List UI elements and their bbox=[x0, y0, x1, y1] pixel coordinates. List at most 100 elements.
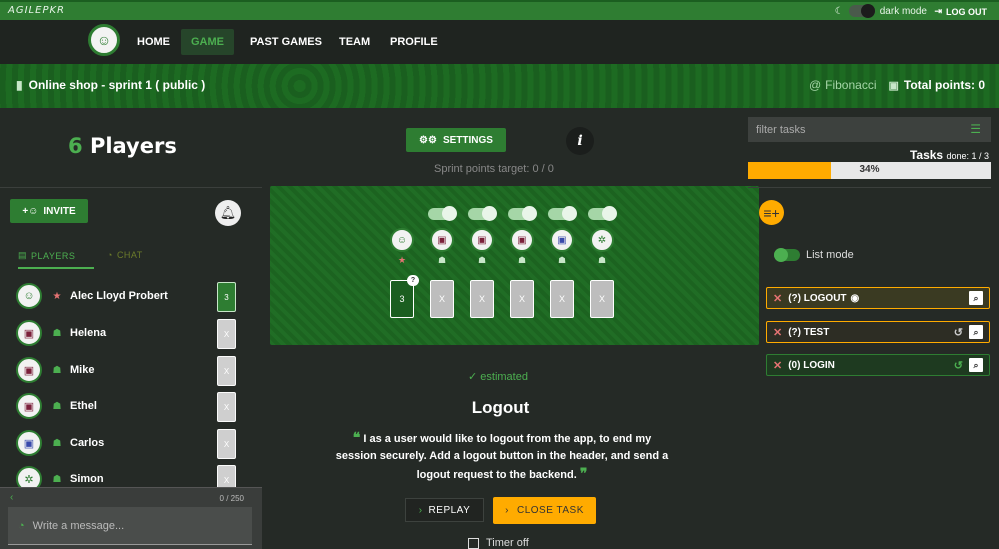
chevron-left-icon[interactable]: ‹ bbox=[10, 492, 13, 503]
player-name: Carlos bbox=[70, 437, 105, 449]
settings-button[interactable]: ⚙⚙ SETTINGS bbox=[406, 128, 506, 152]
list-item: ▣ ☗ Ethel X bbox=[16, 391, 246, 422]
info-button[interactable]: i bbox=[566, 127, 594, 155]
logout-button[interactable]: ⇥ LOG OUT bbox=[934, 6, 987, 17]
close-task-button[interactable]: › CLOSE TASK bbox=[493, 497, 596, 524]
ghost-icon: ☗ bbox=[52, 327, 62, 339]
nav-team[interactable]: TEAM bbox=[329, 29, 380, 55]
replay-button[interactable]: › REPLAY bbox=[405, 498, 484, 522]
dark-mode-toggle[interactable]: ☾ dark mode bbox=[835, 4, 927, 18]
status-badge: ✓ estimated bbox=[468, 371, 528, 383]
close-icon[interactable]: ✕ bbox=[773, 359, 782, 372]
task-item[interactable]: ✕ (0) LOGIN ↺ ⌕ bbox=[754, 350, 996, 382]
search-icon[interactable]: ⌕ bbox=[969, 325, 983, 339]
task-item[interactable]: ✕ (?) TEST ↺ ⌕ bbox=[754, 317, 996, 349]
avatar: ☺ bbox=[390, 228, 414, 252]
chat-input[interactable]: ◔ Write a message... bbox=[8, 507, 252, 545]
add-task-button[interactable]: ≡+ bbox=[759, 200, 784, 225]
bell-icon[interactable]: 🔔︎ bbox=[215, 200, 241, 226]
tab-chat[interactable]: ◔ CHAT bbox=[107, 250, 143, 260]
chevron-right-icon: › bbox=[418, 504, 423, 516]
ghost-icon: ☗ bbox=[437, 255, 447, 265]
top-strip: AGILEPKR ☾ dark mode ⇥ LOG OUT bbox=[0, 0, 999, 20]
seat-toggle[interactable] bbox=[468, 206, 497, 221]
replay-icon[interactable]: ↺ bbox=[954, 326, 963, 339]
timer-checkbox[interactable] bbox=[468, 537, 479, 549]
task-item[interactable]: ✕ (?) LOGOUT ◉ ⌕ bbox=[754, 283, 996, 315]
id-card-icon: ▤ bbox=[18, 250, 28, 260]
gear-icon: ⚙⚙ bbox=[419, 134, 437, 146]
invite-button[interactable]: +☺ INVITE bbox=[10, 199, 88, 223]
poker-table: ☺ ★ ▣ ☗ ▣ ☗ ▣ ☗ ▣ ☗ ✲ ☗ 3 ? X X X X X bbox=[270, 186, 759, 345]
avatar: ☺ bbox=[16, 283, 42, 309]
vote-card: 3 bbox=[217, 282, 236, 312]
chat-icon: ◔ bbox=[18, 519, 25, 532]
nav-home[interactable]: HOME bbox=[127, 29, 180, 55]
seat-toggle[interactable] bbox=[588, 206, 617, 221]
filter-tasks-input[interactable]: filter tasks ☰ bbox=[748, 117, 991, 142]
scoreboard-icon: ▣ bbox=[888, 79, 899, 92]
player-name: Simon bbox=[70, 473, 104, 485]
list-mode-toggle[interactable]: List mode bbox=[774, 248, 854, 262]
navbar: ☺ HOME GAME PAST GAMES TEAM PROFILE bbox=[0, 20, 999, 64]
game-banner: ▮ Online shop - sprint 1 ( public ) @ Fi… bbox=[0, 64, 999, 108]
nav-game[interactable]: GAME bbox=[181, 29, 234, 55]
list-item: ☺ ★ Alec Lloyd Probert 3 bbox=[16, 281, 246, 312]
tab-players[interactable]: ▤ PLAYERS bbox=[18, 250, 94, 269]
avatar: ▣ bbox=[550, 228, 574, 252]
task-description: ❝ I as a user would like to logout from … bbox=[335, 429, 669, 481]
avatar: ▣ bbox=[470, 228, 494, 252]
ghost-icon: ☗ bbox=[52, 364, 62, 376]
nav-profile[interactable]: PROFILE bbox=[380, 29, 448, 55]
ghost-icon: ☗ bbox=[52, 400, 62, 412]
filter-icon[interactable]: ☰ bbox=[970, 122, 981, 136]
app-avatar-logo[interactable]: ☺ bbox=[88, 24, 120, 56]
divider bbox=[0, 187, 262, 188]
ghost-icon: ☗ bbox=[597, 255, 607, 265]
table-card: X bbox=[590, 280, 614, 318]
question-bubble: ? bbox=[407, 275, 419, 286]
list-mode-switch[interactable] bbox=[774, 248, 800, 262]
avatar: ▣ bbox=[510, 228, 534, 252]
search-icon[interactable]: ⌕ bbox=[969, 291, 983, 305]
tasks-heading: Tasks done: 1 / 3 bbox=[909, 148, 989, 162]
cards-icon: ▮ bbox=[16, 78, 23, 92]
close-icon[interactable]: ✕ bbox=[773, 292, 782, 305]
game-board: ⚙⚙ SETTINGS i Sprint points target: 0 / … bbox=[268, 108, 759, 549]
seat: ☺ ★ bbox=[387, 208, 417, 266]
eye-icon: ◉ bbox=[850, 292, 860, 304]
replay-icon[interactable]: ↺ bbox=[954, 359, 963, 372]
players-panel: 6 Players +☺ INVITE 🔔︎ ▤ PLAYERS ◔ CHAT … bbox=[0, 108, 262, 549]
list-item: ▣ ☗ Carlos X bbox=[16, 428, 246, 459]
tasks-panel: filter tasks ☰ Tasks done: 1 / 3 34% ≡+ … bbox=[748, 108, 999, 549]
seat-toggle[interactable] bbox=[508, 206, 537, 221]
task-title: Logout bbox=[471, 398, 530, 417]
ghost-icon: ☗ bbox=[52, 437, 62, 449]
check-icon: ✓ bbox=[468, 371, 478, 383]
dark-mode-switch[interactable] bbox=[848, 4, 875, 18]
scale-indicator: @ Fibonacci bbox=[808, 78, 877, 92]
avatar: ▣ bbox=[430, 228, 454, 252]
avatar: ▣ bbox=[16, 393, 42, 419]
seat: ▣ ☗ bbox=[507, 206, 537, 266]
vote-card: X bbox=[217, 356, 236, 386]
sprint-target: Sprint points target: 0 / 0 bbox=[434, 163, 554, 175]
vote-card: X bbox=[217, 319, 236, 349]
star-icon: ★ bbox=[397, 255, 407, 265]
seat-toggle[interactable] bbox=[428, 206, 457, 221]
avatar: ▣ bbox=[16, 320, 42, 346]
ghost-icon: ☗ bbox=[517, 255, 527, 265]
chat-icon: ◔ bbox=[107, 250, 113, 260]
nav-past-games[interactable]: PAST GAMES bbox=[240, 29, 332, 55]
seat-toggle[interactable] bbox=[548, 206, 577, 221]
close-icon[interactable]: ✕ bbox=[773, 326, 782, 339]
avatar: ▣ bbox=[16, 357, 42, 383]
star-icon: ★ bbox=[52, 290, 62, 302]
vote-card: X bbox=[217, 429, 236, 459]
chat-char-count: 0 / 250 bbox=[219, 494, 244, 503]
search-icon[interactable]: ⌕ bbox=[969, 358, 983, 372]
ghost-icon: ☗ bbox=[52, 473, 62, 485]
app-logo: AGILEPKR bbox=[8, 5, 65, 16]
player-name: Alec Lloyd Probert bbox=[70, 290, 168, 302]
timer-toggle[interactable]: Timer off bbox=[468, 537, 529, 549]
